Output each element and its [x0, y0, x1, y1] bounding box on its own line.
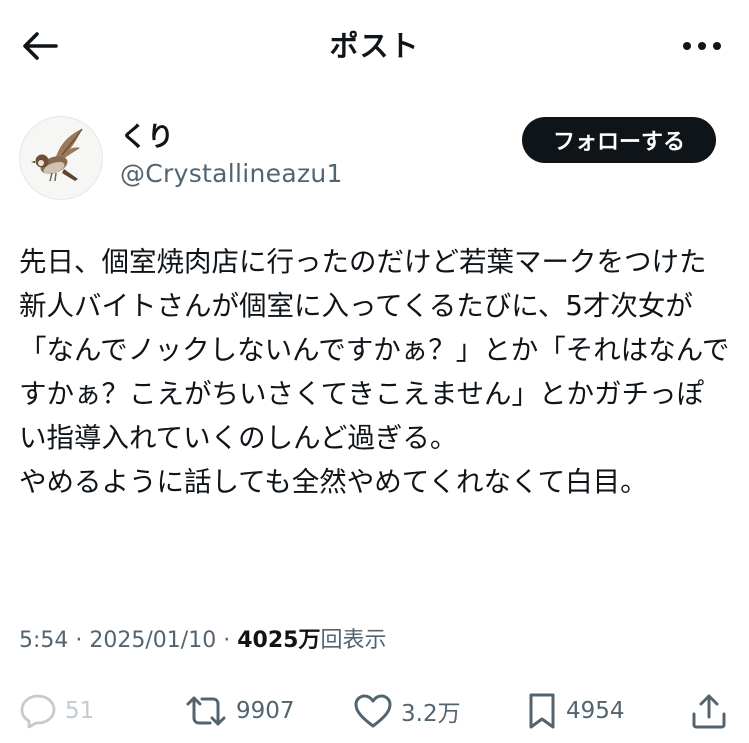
reply-button[interactable]: 51 — [19, 686, 94, 736]
bookmark-button[interactable]: 4954 — [526, 686, 625, 736]
more-options-button[interactable] — [679, 28, 725, 64]
more-horizontal-icon — [683, 42, 721, 50]
views-label: 回表示 — [320, 628, 387, 653]
follow-button[interactable]: フォローする — [522, 117, 716, 163]
reply-bubble-icon — [20, 694, 56, 729]
bookmark-icon — [529, 693, 555, 729]
meta-separator-2: · — [223, 628, 231, 653]
repost-icon — [186, 696, 226, 726]
repost-count: 9907 — [236, 698, 295, 724]
author-handle[interactable]: @Crystallineazu1 — [120, 157, 343, 191]
page-title: ポスト — [329, 29, 420, 63]
like-button[interactable]: 3.2万 — [353, 686, 461, 736]
like-count: 3.2万 — [401, 701, 461, 727]
heart-icon — [354, 694, 392, 728]
repost-button[interactable]: 9907 — [184, 686, 295, 736]
meta-separator: · — [75, 628, 83, 653]
post-meta: 5:54 · 2025/01/10 · 4025万回表示 — [19, 624, 386, 658]
reply-count: 51 — [65, 698, 95, 724]
sparrow-bird-icon — [31, 128, 83, 182]
bookmark-count: 4954 — [566, 698, 625, 724]
share-button[interactable] — [690, 686, 728, 736]
post-time[interactable]: 5:54 — [19, 628, 68, 653]
top-bar: ポスト — [0, 0, 749, 92]
share-upload-icon — [692, 694, 726, 729]
post-date[interactable]: 2025/01/10 — [89, 628, 216, 653]
author-display-name[interactable]: くり — [120, 121, 174, 155]
post-text: 先日、個室焼肉店に行ったのだけど若葉マークをつけた新人バイトさんが個室に入ってく… — [19, 246, 730, 498]
action-bar: 51 9907 3.2万 4954 — [0, 686, 749, 736]
avatar[interactable] — [19, 116, 103, 200]
views-count: 4025万 — [237, 628, 321, 653]
